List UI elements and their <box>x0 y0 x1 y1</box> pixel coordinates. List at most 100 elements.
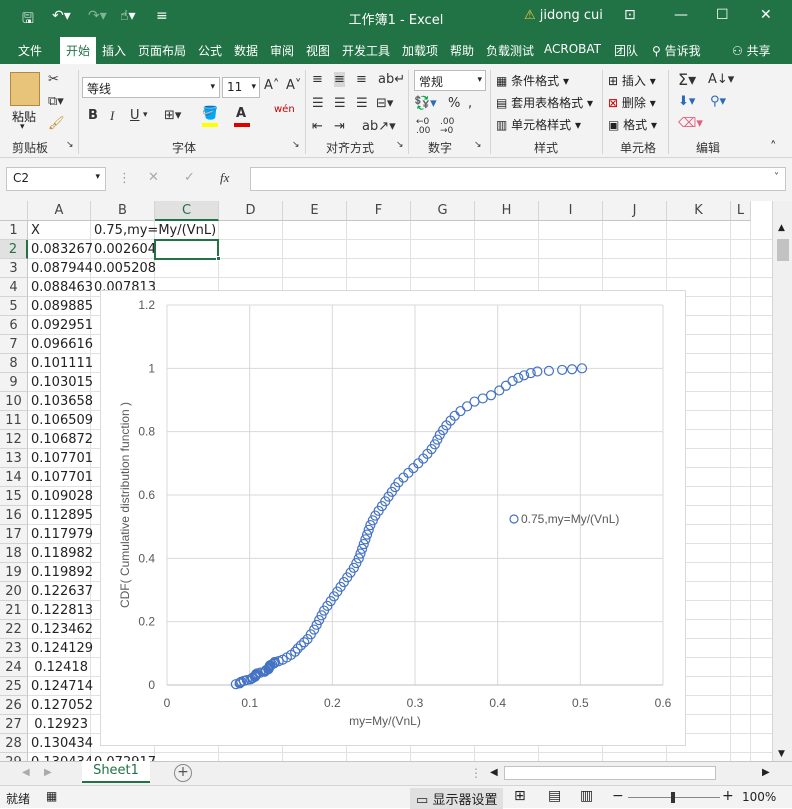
row-header-29[interactable]: 29 <box>0 753 28 761</box>
zoom-level[interactable]: 100% <box>742 790 776 804</box>
column-header-h[interactable]: H <box>475 201 539 221</box>
sheet-tab-sheet1[interactable]: Sheet1 <box>82 761 150 783</box>
tell-me-search[interactable]: ⚲ 告诉我 <box>652 42 701 59</box>
conditional-format-button[interactable]: ▦ 条件格式 ▾ <box>496 72 569 89</box>
cell-a4[interactable]: 0.088463 <box>28 278 93 297</box>
zoom-out-button[interactable]: − <box>612 788 624 804</box>
font-color-icon[interactable]: A <box>236 106 246 121</box>
share-button[interactable]: ⚇ 共享 <box>732 42 771 59</box>
cell-a15[interactable]: 0.109028 <box>28 487 93 506</box>
row-header-6[interactable]: 6 <box>0 316 28 335</box>
user-name[interactable]: jidong cui <box>540 8 603 23</box>
row-header-26[interactable]: 26 <box>0 696 28 715</box>
font-launcher-icon[interactable]: ↘ <box>292 140 300 150</box>
cell-a18[interactable]: 0.118982 <box>28 544 93 563</box>
cell-a5[interactable]: 0.089885 <box>28 297 93 316</box>
tab-home[interactable]: 开始 <box>60 37 97 64</box>
macro-record-icon[interactable]: ▦ <box>46 789 57 803</box>
copy-icon[interactable]: ⧉▾ <box>48 94 64 109</box>
page-layout-view-icon[interactable]: ▤ <box>548 788 561 804</box>
fill-icon[interactable]: ⬇▾ <box>678 94 695 109</box>
cell-a21[interactable]: 0.122813 <box>28 601 93 620</box>
row-header-3[interactable]: 3 <box>0 259 28 278</box>
column-header-g[interactable]: G <box>411 201 475 221</box>
cell-a23[interactable]: 0.124129 <box>28 639 93 658</box>
phonetic-guide-icon[interactable]: wén <box>274 104 295 115</box>
minimize-icon[interactable]: — <box>674 7 688 23</box>
formula-input[interactable] <box>250 167 786 191</box>
row-header-27[interactable]: 27 <box>0 715 28 734</box>
tab-formulas[interactable]: 公式 <box>198 42 222 59</box>
grow-font-icon[interactable]: A˄ <box>264 78 279 93</box>
cell-a26[interactable]: 0.127052 <box>28 696 93 715</box>
bold-button[interactable]: B <box>88 108 98 123</box>
cell-a29[interactable]: 0.130434 <box>28 753 93 761</box>
cell-a6[interactable]: 0.092951 <box>28 316 93 335</box>
increase-indent-icon[interactable]: ⇥ <box>334 119 345 134</box>
cell-a2[interactable]: 0.083267 <box>28 240 93 259</box>
cell-a3[interactable]: 0.087944 <box>28 259 93 278</box>
number-format-select[interactable]: 常规 ▾ <box>414 70 486 91</box>
column-header-l[interactable]: L <box>731 201 751 221</box>
column-header-j[interactable]: J <box>603 201 667 221</box>
row-header-18[interactable]: 18 <box>0 544 28 563</box>
wrap-text-icon[interactable]: ab↵ <box>378 72 405 87</box>
collapse-ribbon-icon[interactable]: ˄ <box>770 140 777 155</box>
alignment-launcher-icon[interactable]: ↘ <box>396 140 404 150</box>
cell-a13[interactable]: 0.107701 <box>28 449 93 468</box>
cell-a8[interactable]: 0.101111 <box>28 354 93 373</box>
tab-review[interactable]: 审阅 <box>270 42 294 59</box>
scroll-up-icon[interactable]: ▲ <box>778 223 785 233</box>
row-header-25[interactable]: 25 <box>0 677 28 696</box>
align-right-icon[interactable]: ☰ <box>356 96 368 111</box>
autosum-icon[interactable]: Σ▾ <box>678 70 696 89</box>
align-center-icon[interactable]: ☰ <box>334 96 346 111</box>
cell-a22[interactable]: 0.123462 <box>28 620 93 639</box>
row-header-1[interactable]: 1 <box>0 221 28 240</box>
cell-a1[interactable]: X <box>28 221 91 240</box>
italic-button[interactable]: I <box>110 108 114 124</box>
display-settings-button[interactable]: ▭ 显示器设置 <box>410 788 504 809</box>
ribbon-display-icon[interactable]: ⊡ <box>624 7 636 23</box>
cell-a14[interactable]: 0.107701 <box>28 468 93 487</box>
row-header-9[interactable]: 9 <box>0 373 28 392</box>
column-header-a[interactable]: A <box>28 201 91 221</box>
column-header-e[interactable]: E <box>283 201 347 221</box>
scroll-right-icon[interactable]: ▶ <box>762 767 770 778</box>
tab-team[interactable]: 团队 <box>614 42 638 59</box>
close-icon[interactable]: ✕ <box>760 7 772 23</box>
paste-dropdown-icon[interactable]: ▾ <box>20 122 25 132</box>
row-header-8[interactable]: 8 <box>0 354 28 373</box>
cancel-icon[interactable]: ✕ <box>148 170 159 185</box>
tab-data[interactable]: 数据 <box>234 42 258 59</box>
orientation-icon[interactable]: ab↗▾ <box>362 119 396 134</box>
number-launcher-icon[interactable]: ↘ <box>474 140 482 150</box>
cut-icon[interactable]: ✂ <box>48 72 59 87</box>
cell-a20[interactable]: 0.122637 <box>28 582 93 601</box>
column-header-c[interactable]: C <box>155 201 219 221</box>
enter-icon[interactable]: ✓ <box>184 170 195 185</box>
insert-function-icon[interactable]: fx <box>220 170 229 186</box>
fill-handle[interactable] <box>216 256 221 261</box>
row-header-23[interactable]: 23 <box>0 639 28 658</box>
selected-cell-c2[interactable] <box>154 239 219 260</box>
horizontal-scroll-thumb[interactable] <box>504 766 716 780</box>
cell-a10[interactable]: 0.103658 <box>28 392 93 411</box>
row-header-24[interactable]: 24 <box>0 658 28 677</box>
vertical-scroll-thumb[interactable] <box>777 239 789 261</box>
row-header-7[interactable]: 7 <box>0 335 28 354</box>
expand-formula-bar-icon[interactable]: ˅ <box>774 172 779 183</box>
row-header-22[interactable]: 22 <box>0 620 28 639</box>
tab-addins[interactable]: 加载项 <box>402 42 438 59</box>
column-header-d[interactable]: D <box>219 201 283 221</box>
name-box[interactable]: C2 ▾ <box>6 167 106 191</box>
align-left-icon[interactable]: ☰ <box>312 96 324 111</box>
vertical-scrollbar[interactable]: ▲ ▼ <box>772 201 792 761</box>
format-painter-icon[interactable]: 🖌 <box>48 116 65 131</box>
cell-b1[interactable]: 0.75,my=My/(VnL) <box>91 221 216 240</box>
tab-insert[interactable]: 插入 <box>102 42 126 59</box>
merge-center-icon[interactable]: ⊟▾ <box>376 96 393 111</box>
row-header-15[interactable]: 15 <box>0 487 28 506</box>
scroll-sheets-left-icon[interactable]: ◀ <box>22 767 30 778</box>
row-header-13[interactable]: 13 <box>0 449 28 468</box>
